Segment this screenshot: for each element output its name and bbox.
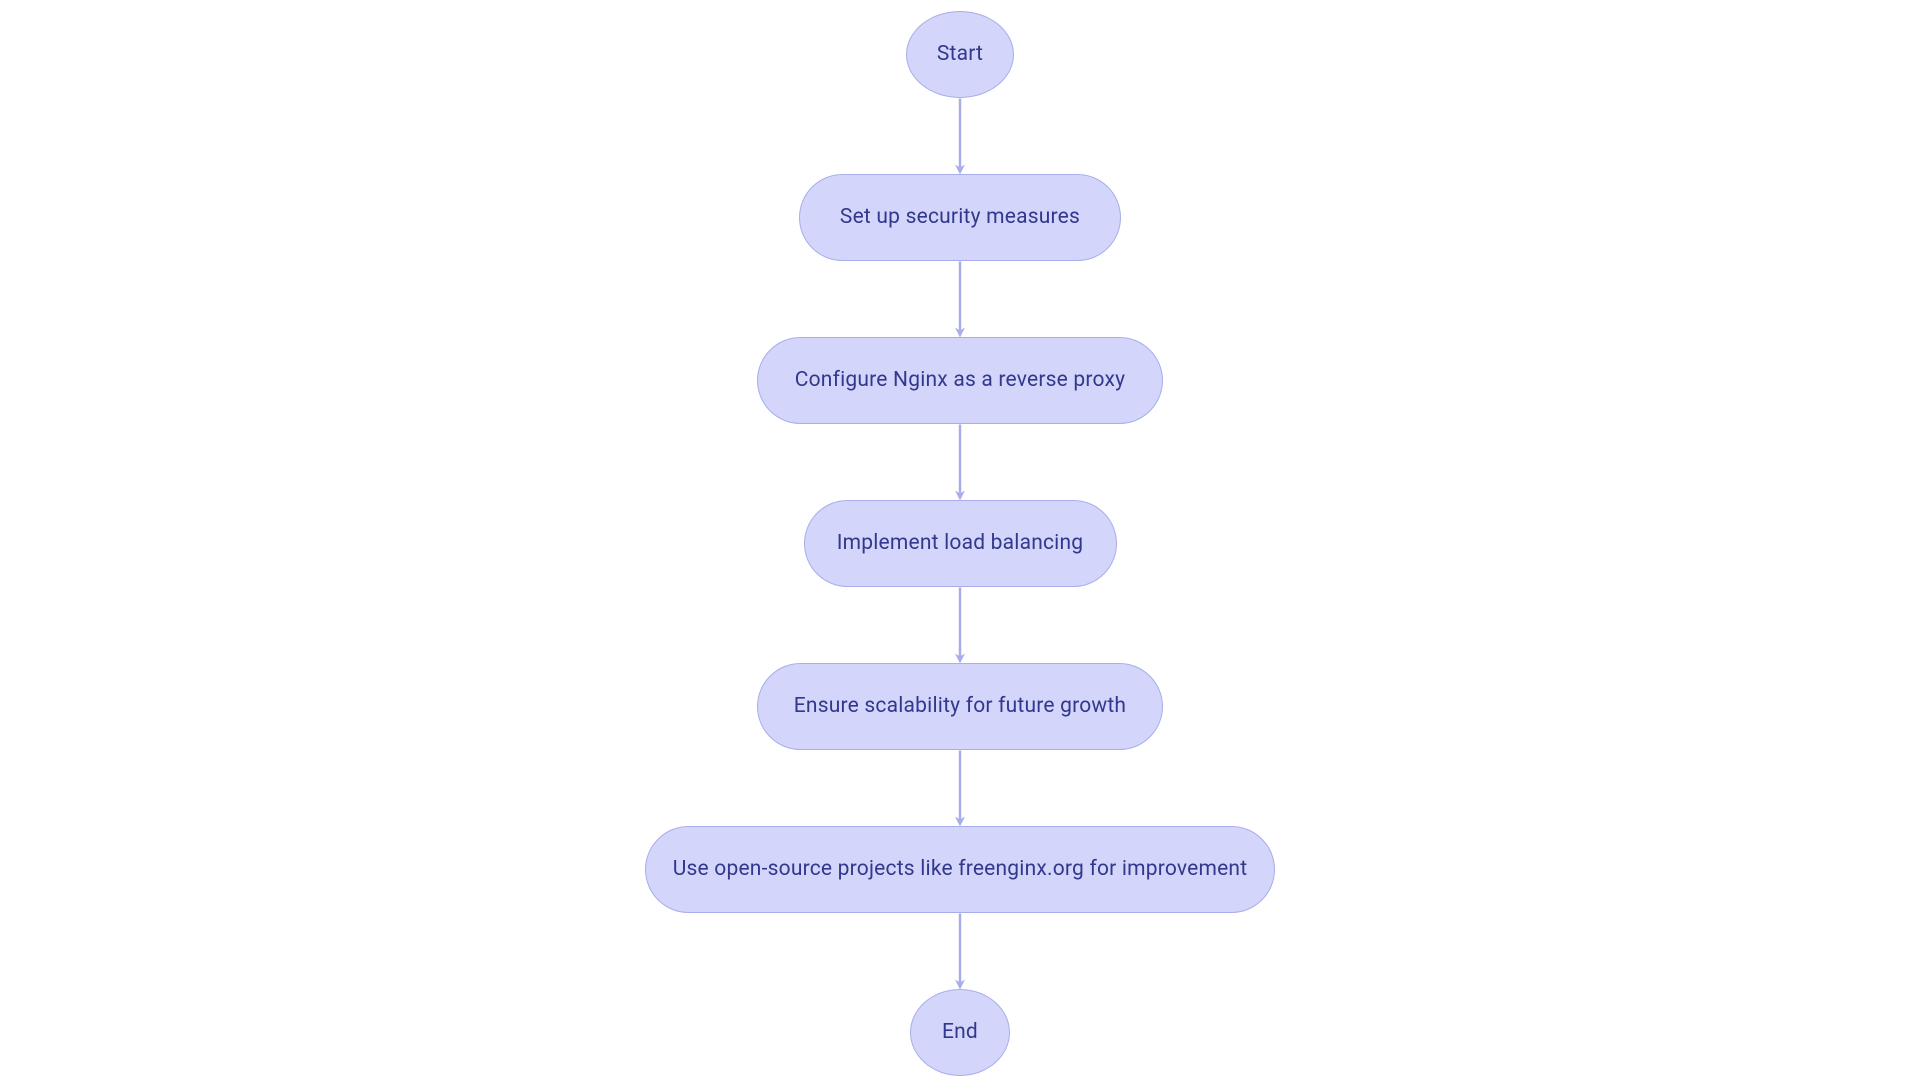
flow-node-label: Use open-source projects like freenginx.… xyxy=(673,857,1248,881)
flow-node-start: Start xyxy=(906,11,1014,98)
flow-node-step3: Implement load balancing xyxy=(804,500,1117,587)
flow-node-label: Configure Nginx as a reverse proxy xyxy=(795,368,1126,392)
flow-node-end: End xyxy=(910,989,1010,1076)
flow-node-step4: Ensure scalability for future growth xyxy=(757,663,1163,750)
flow-node-label: Ensure scalability for future growth xyxy=(794,694,1126,718)
flowchart-canvas: Start Set up security measures Configure N… xyxy=(0,0,1920,1080)
flow-node-label: Implement load balancing xyxy=(837,531,1084,555)
flow-node-label: Set up security measures xyxy=(840,205,1080,229)
flow-node-step5: Use open-source projects like freenginx.… xyxy=(645,826,1275,913)
flow-node-step1: Set up security measures xyxy=(799,174,1121,261)
flow-node-label: Start xyxy=(937,42,983,66)
flow-node-step2: Configure Nginx as a reverse proxy xyxy=(757,337,1163,424)
flow-node-label: End xyxy=(942,1020,978,1044)
